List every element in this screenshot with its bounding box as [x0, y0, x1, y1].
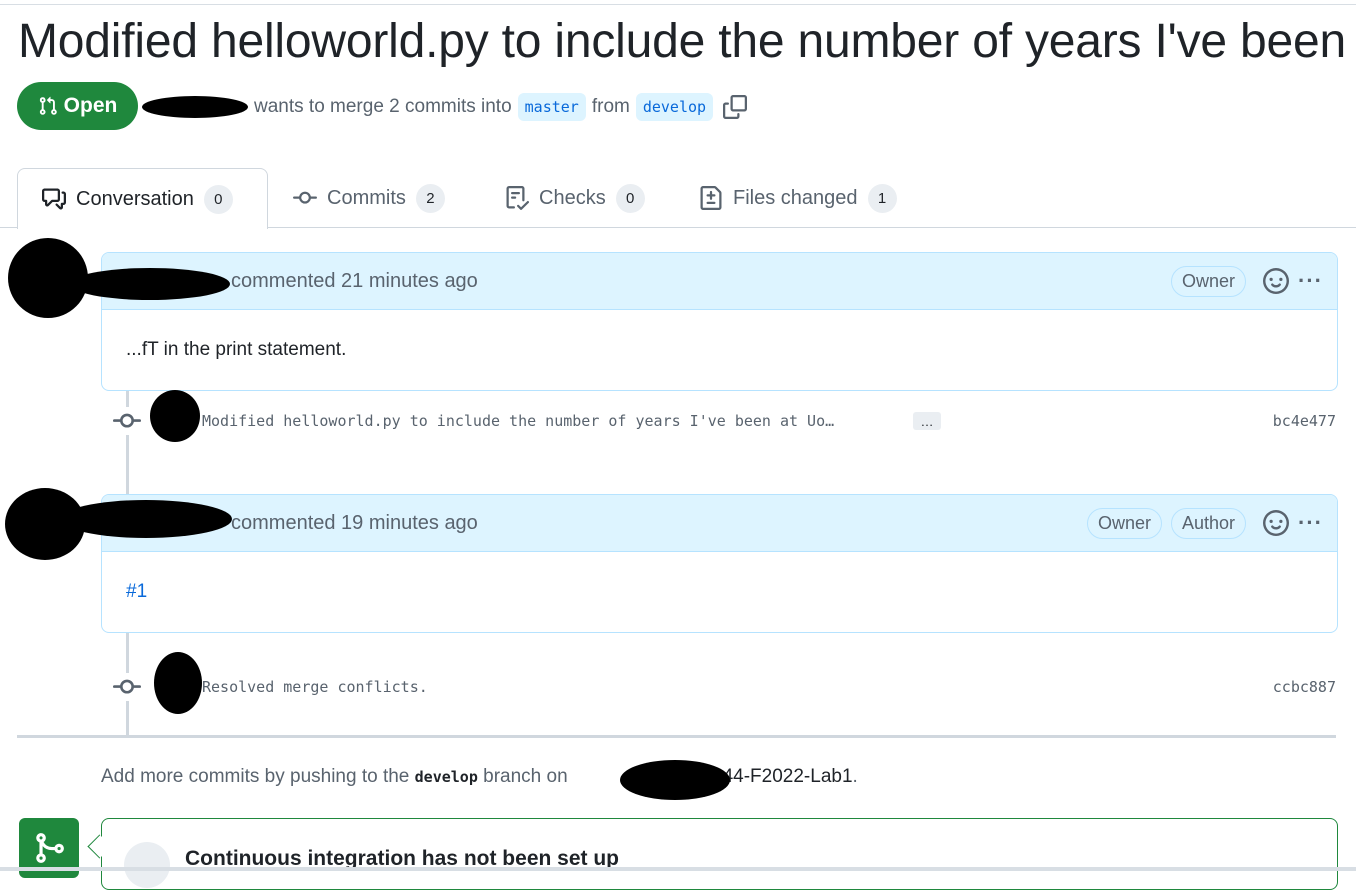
redacted-commit-avatar [150, 390, 200, 442]
kebab-horizontal-icon[interactable]: ··· [1298, 268, 1323, 294]
push-middle: branch on [483, 766, 568, 787]
pr-title: Modified helloworld.py to include the nu… [18, 15, 1347, 68]
tab-files-changed-count: 1 [867, 183, 897, 213]
redacted-author-name [142, 96, 248, 118]
timeline-comment: commented 21 minutes ago Owner ··· ...fT… [101, 252, 1338, 391]
comment-timestamp[interactable]: commented 19 minutes ago [231, 512, 478, 535]
git-commit-icon [113, 407, 141, 435]
timeline-commit: Modified helloworld.py to include the nu… [113, 406, 1336, 436]
comment-body: ...fT in the print statement. [102, 310, 1337, 390]
tab-conversation-count: 0 [203, 184, 233, 214]
bottom-edge [0, 867, 1356, 871]
push-prefix: Add more commits by pushing to the [101, 766, 410, 787]
issue-reference-link[interactable]: #1 [126, 581, 147, 603]
timeline-commit: Resolved merge conflicts. ccbc887 [113, 672, 1336, 702]
redacted-username [70, 268, 230, 300]
tab-checks[interactable]: Checks 0 [505, 168, 645, 228]
pr-tabs: Conversation 0 Commits 2 Checks 0 Files … [0, 168, 1356, 229]
redacted-username [60, 500, 232, 538]
git-merge-icon [36, 833, 64, 863]
commit-sha-link[interactable]: ccbc887 [1273, 678, 1336, 696]
smiley-icon[interactable] [1263, 510, 1290, 536]
tab-conversation[interactable]: Conversation 0 [17, 168, 268, 229]
tab-commits[interactable]: Commits 2 [293, 168, 445, 228]
tab-checks-label: Checks [539, 186, 606, 209]
tab-files-changed[interactable]: Files changed 1 [699, 168, 897, 228]
pr-state-badge: Open [17, 82, 138, 130]
pr-state-label: Open [63, 94, 118, 117]
expand-commit-button[interactable]: … [913, 412, 941, 430]
commit-message-link[interactable]: Modified helloworld.py to include the nu… [202, 412, 834, 430]
checklist-icon [506, 186, 529, 210]
comment-discussion-icon [42, 188, 66, 210]
from-text: from [591, 96, 630, 117]
timeline-comment: commented 19 minutes ago Owner Author ··… [101, 494, 1338, 633]
author-badge: Author [1170, 507, 1247, 539]
comment-text: ...fT in the print statement. [126, 339, 347, 360]
tab-commits-label: Commits [327, 186, 406, 209]
push-instructions: Add more commits by pushing to the devel… [101, 766, 858, 788]
top-divider [0, 4, 1356, 5]
owner-badge: Owner [1086, 507, 1162, 539]
commit-sha-link[interactable]: bc4e477 [1273, 412, 1336, 430]
commit-message-link[interactable]: Resolved merge conflicts. [202, 678, 428, 696]
tab-files-changed-label: Files changed [733, 186, 858, 209]
comment-body: #1 [102, 552, 1337, 632]
ci-status-icon [124, 842, 170, 888]
base-branch[interactable]: master [517, 93, 586, 121]
push-branch: develop [414, 768, 478, 786]
git-pull-request-icon [39, 96, 57, 115]
git-commit-icon [113, 673, 141, 701]
file-diff-icon [700, 186, 722, 210]
owner-badge: Owner [1171, 265, 1247, 297]
smiley-icon[interactable] [1263, 268, 1290, 294]
redacted-commit-avatar [154, 652, 202, 714]
push-suffix: . [852, 766, 858, 787]
merge-text: wants to merge 2 commits into [254, 96, 512, 117]
head-branch[interactable]: develop [635, 93, 714, 121]
pr-merge-summary: wants to merge 2 commits into master fro… [254, 93, 748, 121]
comment-header: commented 21 minutes ago Owner ··· [102, 253, 1337, 310]
git-commit-icon [293, 191, 317, 204]
timeline-end-divider [17, 735, 1336, 738]
tab-checks-count: 0 [615, 183, 645, 213]
redacted-repo-owner [620, 760, 730, 800]
kebab-horizontal-icon[interactable]: ··· [1298, 510, 1323, 536]
comment-header: commented 19 minutes ago Owner Author ··… [102, 495, 1337, 552]
comment-timestamp[interactable]: commented 21 minutes ago [231, 270, 478, 293]
tab-conversation-label: Conversation [76, 187, 194, 210]
tab-commits-count: 2 [415, 183, 445, 213]
copy-icon[interactable] [723, 95, 748, 119]
